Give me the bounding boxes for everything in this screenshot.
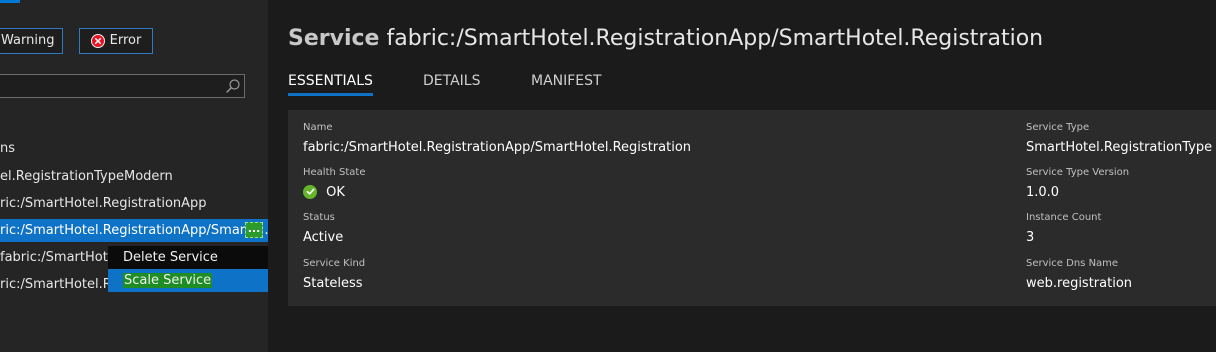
service-kind-value: Stateless [303,276,363,291]
service-dns-name-label: Service Dns Name [1026,258,1119,269]
name-label: Name [303,122,333,133]
name-field: Name fabric:/SmartHotel.RegistrationApp/… [303,121,691,158]
error-filter-label: Error [109,33,142,48]
tree-item-application[interactable]: ric:/SmartHotel.RegistrationApp [0,192,268,215]
health-state-value-row: OK [303,183,366,203]
scale-service-menu-item[interactable]: Scale Service [108,269,268,292]
instance-count-label: Instance Count [1026,212,1102,223]
service-kind-label: Service Kind [303,258,366,269]
service-dns-name-field: Service Dns Name web.registration [1026,257,1132,294]
delete-service-label: Delete Service [123,250,218,265]
status-value: Active [303,230,344,245]
warning-filter-button[interactable]: Warning [0,28,63,54]
tree-item-app-type[interactable]: el.RegistrationTypeModern [0,165,268,188]
status-field: Status Active [303,211,343,248]
health-state-label: Health State [303,167,366,178]
tab-details[interactable]: DETAILS [423,70,480,96]
main-panel: Service fabric:/SmartHotel.RegistrationA… [268,0,1216,352]
page-title-kind: Service [288,26,380,51]
tree-item-service-selected[interactable]: ric:/SmartHotel.RegistrationApp/SmartH… … [0,219,268,242]
essentials-panel: Name fabric:/SmartHotel.RegistrationApp/… [288,110,1216,306]
tree-item-label: ric:/SmartHotel.RegistrationApp/SmartH… [0,223,268,238]
tab-manifest[interactable]: MANIFEST [531,70,602,96]
error-filter-button[interactable]: Error [79,28,153,54]
tree-item-label: ric:/SmartHotel.RegistrationApp [0,196,207,211]
warning-filter-label: Warning [1,33,55,48]
service-kind-field: Service Kind Stateless [303,257,365,294]
tree-item-applications[interactable]: ns [0,137,268,160]
page-title: Service fabric:/SmartHotel.RegistrationA… [288,26,1043,51]
tab-essentials[interactable]: ESSENTIALS [288,70,373,96]
instance-count-value: 3 [1026,230,1035,245]
service-type-value: SmartHotel.RegistrationType [1026,140,1213,155]
tree-item-label: el.RegistrationTypeModern [0,169,173,184]
service-context-menu: Delete Service Scale Service [108,246,268,292]
more-actions-button[interactable]: ... [245,222,263,238]
service-type-version-value: 1.0.0 [1026,185,1060,200]
scale-service-label: Scale Service [123,273,213,288]
error-icon [90,34,105,48]
service-dns-name-value: web.registration [1026,276,1133,291]
left-panel: Warning Error ns el.RegistrationTypeMode… [0,0,268,352]
service-type-version-field: Service Type Version 1.0.0 [1026,166,1129,203]
name-value: fabric:/SmartHotel.RegistrationApp/Smart… [303,140,692,155]
health-state-value: OK [326,185,345,200]
service-type-version-label: Service Type Version [1026,167,1130,178]
delete-service-menu-item[interactable]: Delete Service [108,246,268,269]
tree-item-label: ns [0,141,16,156]
page-title-name: fabric:/SmartHotel.RegistrationApp/Smart… [386,26,1044,51]
search-icon [226,79,240,93]
tree-search-input[interactable] [0,74,245,98]
top-accent-bar [0,0,20,3]
health-state-field: Health State OK [303,166,366,203]
service-type-field: Service Type SmartHotel.RegistrationType [1026,121,1212,158]
status-label: Status [303,212,335,223]
instance-count-field: Instance Count 3 [1026,211,1101,248]
service-type-label: Service Type [1026,122,1090,133]
ok-check-icon [303,184,317,199]
